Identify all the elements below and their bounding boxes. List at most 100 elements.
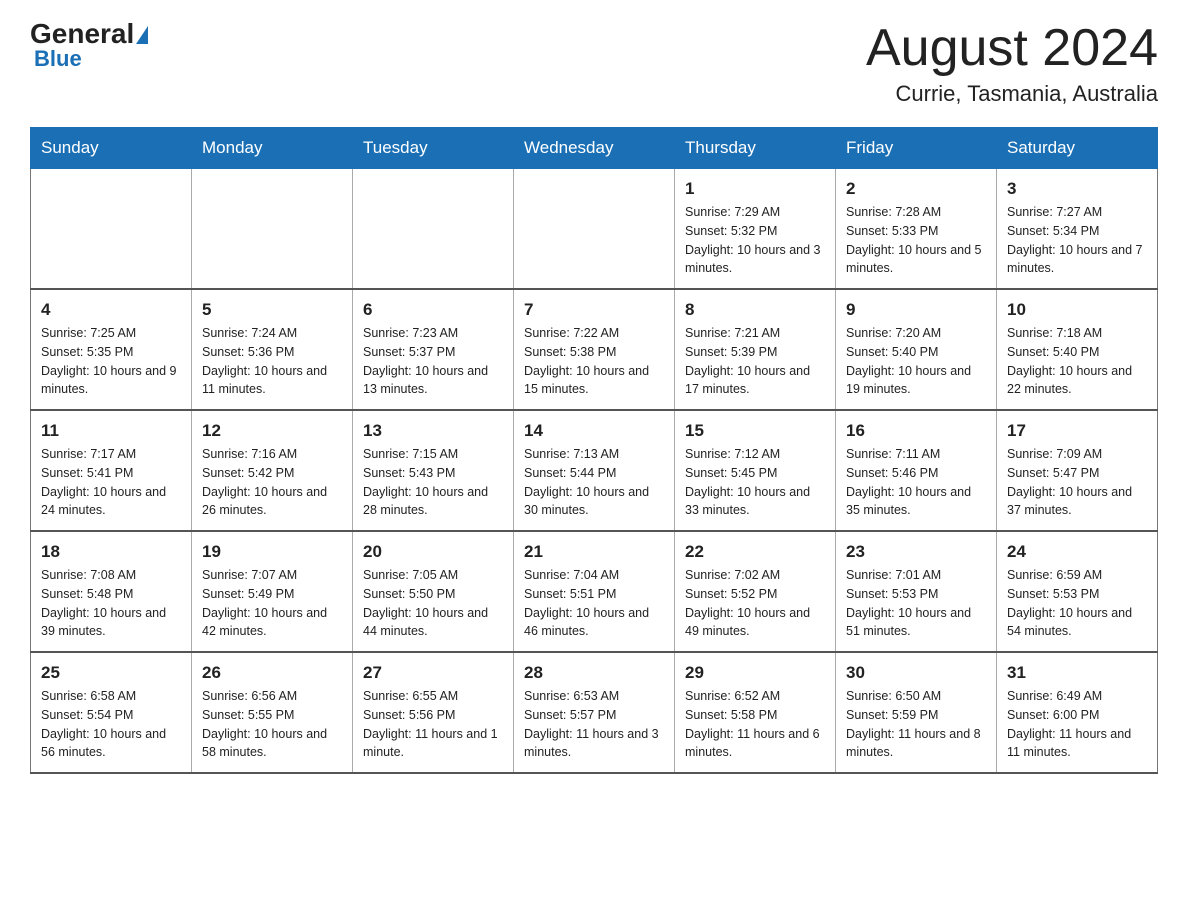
col-saturday: Saturday — [997, 128, 1158, 169]
table-row — [192, 169, 353, 290]
cell-info: Sunrise: 7:02 AMSunset: 5:52 PMDaylight:… — [685, 566, 825, 641]
cell-info: Sunrise: 7:18 AMSunset: 5:40 PMDaylight:… — [1007, 324, 1147, 399]
cell-info: Sunrise: 7:11 AMSunset: 5:46 PMDaylight:… — [846, 445, 986, 520]
calendar-header-row: Sunday Monday Tuesday Wednesday Thursday… — [31, 128, 1158, 169]
cell-info: Sunrise: 7:13 AMSunset: 5:44 PMDaylight:… — [524, 445, 664, 520]
table-row: 11 Sunrise: 7:17 AMSunset: 5:41 PMDayligh… — [31, 410, 192, 531]
logo-general-text: General — [30, 20, 134, 48]
cell-date: 21 — [524, 542, 664, 562]
cell-info: Sunrise: 7:22 AMSunset: 5:38 PMDaylight:… — [524, 324, 664, 399]
cell-date: 6 — [363, 300, 503, 320]
calendar-week-row: 1 Sunrise: 7:29 AMSunset: 5:32 PMDaylight… — [31, 169, 1158, 290]
table-row: 27Sunrise: 6:55 AMSunset: 5:56 PMDayligh… — [353, 652, 514, 773]
cell-info: Sunrise: 7:15 AMSunset: 5:43 PMDaylight:… — [363, 445, 503, 520]
table-row: 3 Sunrise: 7:27 AMSunset: 5:34 PMDaylight… — [997, 169, 1158, 290]
cell-info: Sunrise: 6:59 AMSunset: 5:53 PMDaylight:… — [1007, 566, 1147, 641]
calendar-week-row: 11 Sunrise: 7:17 AMSunset: 5:41 PMDayligh… — [31, 410, 1158, 531]
table-row: 30 Sunrise: 6:50 AMSunset: 5:59 PMDayligh… — [836, 652, 997, 773]
cell-info: Sunrise: 7:17 AMSunset: 5:41 PMDaylight:… — [41, 445, 181, 520]
table-row: 26Sunrise: 6:56 AMSunset: 5:55 PMDayligh… — [192, 652, 353, 773]
table-row: 29 Sunrise: 6:52 AMSunset: 5:58 PMDayligh… — [675, 652, 836, 773]
cell-date: 23 — [846, 542, 986, 562]
cell-date: 25 — [41, 663, 181, 683]
calendar-week-row: 18Sunrise: 7:08 AMSunset: 5:48 PMDayligh… — [31, 531, 1158, 652]
table-row: 2 Sunrise: 7:28 AMSunset: 5:33 PMDaylight… — [836, 169, 997, 290]
cell-info: Sunrise: 7:21 AMSunset: 5:39 PMDaylight:… — [685, 324, 825, 399]
cell-info: Sunrise: 7:09 AMSunset: 5:47 PMDaylight:… — [1007, 445, 1147, 520]
table-row: 22 Sunrise: 7:02 AMSunset: 5:52 PMDayligh… — [675, 531, 836, 652]
page-header: General Blue August 2024 Currie, Tasmani… — [30, 20, 1158, 107]
table-row: 10Sunrise: 7:18 AMSunset: 5:40 PMDayligh… — [997, 289, 1158, 410]
table-row: 13 Sunrise: 7:15 AMSunset: 5:43 PMDayligh… — [353, 410, 514, 531]
table-row: 4 Sunrise: 7:25 AMSunset: 5:35 PMDaylight… — [31, 289, 192, 410]
calendar-table: Sunday Monday Tuesday Wednesday Thursday… — [30, 127, 1158, 774]
table-row: 1 Sunrise: 7:29 AMSunset: 5:32 PMDaylight… — [675, 169, 836, 290]
table-row: 7 Sunrise: 7:22 AMSunset: 5:38 PMDaylight… — [514, 289, 675, 410]
table-row: 5 Sunrise: 7:24 AMSunset: 5:36 PMDaylight… — [192, 289, 353, 410]
cell-date: 14 — [524, 421, 664, 441]
cell-info: Sunrise: 7:28 AMSunset: 5:33 PMDaylight:… — [846, 203, 986, 278]
cell-date: 30 — [846, 663, 986, 683]
cell-date: 1 — [685, 179, 825, 199]
cell-info: Sunrise: 7:24 AMSunset: 5:36 PMDaylight:… — [202, 324, 342, 399]
cell-info: Sunrise: 7:16 AMSunset: 5:42 PMDaylight:… — [202, 445, 342, 520]
table-row — [353, 169, 514, 290]
calendar-week-row: 25Sunrise: 6:58 AMSunset: 5:54 PMDayligh… — [31, 652, 1158, 773]
cell-date: 3 — [1007, 179, 1147, 199]
col-wednesday: Wednesday — [514, 128, 675, 169]
table-row: 16 Sunrise: 7:11 AMSunset: 5:46 PMDayligh… — [836, 410, 997, 531]
cell-info: Sunrise: 6:53 AMSunset: 5:57 PMDaylight:… — [524, 687, 664, 762]
cell-date: 7 — [524, 300, 664, 320]
table-row: 24 Sunrise: 6:59 AMSunset: 5:53 PMDayligh… — [997, 531, 1158, 652]
table-row: 15 Sunrise: 7:12 AMSunset: 5:45 PMDayligh… — [675, 410, 836, 531]
cell-date: 31 — [1007, 663, 1147, 683]
cell-date: 15 — [685, 421, 825, 441]
table-row: 20 Sunrise: 7:05 AMSunset: 5:50 PMDayligh… — [353, 531, 514, 652]
cell-date: 22 — [685, 542, 825, 562]
cell-info: Sunrise: 7:04 AMSunset: 5:51 PMDaylight:… — [524, 566, 664, 641]
cell-info: Sunrise: 6:52 AMSunset: 5:58 PMDaylight:… — [685, 687, 825, 762]
table-row: 14 Sunrise: 7:13 AMSunset: 5:44 PMDayligh… — [514, 410, 675, 531]
cell-info: Sunrise: 7:27 AMSunset: 5:34 PMDaylight:… — [1007, 203, 1147, 278]
table-row — [514, 169, 675, 290]
table-row: 8Sunrise: 7:21 AMSunset: 5:39 PMDaylight… — [675, 289, 836, 410]
cell-info: Sunrise: 6:50 AMSunset: 5:59 PMDaylight:… — [846, 687, 986, 762]
page-title: August 2024 — [866, 20, 1158, 77]
cell-date: 29 — [685, 663, 825, 683]
cell-info: Sunrise: 7:01 AMSunset: 5:53 PMDaylight:… — [846, 566, 986, 641]
table-row: 23 Sunrise: 7:01 AMSunset: 5:53 PMDayligh… — [836, 531, 997, 652]
cell-date: 19 — [202, 542, 342, 562]
cell-info: Sunrise: 7:05 AMSunset: 5:50 PMDaylight:… — [363, 566, 503, 641]
cell-date: 24 — [1007, 542, 1147, 562]
cell-info: Sunrise: 7:29 AMSunset: 5:32 PMDaylight:… — [685, 203, 825, 278]
cell-info: Sunrise: 7:20 AMSunset: 5:40 PMDaylight:… — [846, 324, 986, 399]
table-row: 21 Sunrise: 7:04 AMSunset: 5:51 PMDayligh… — [514, 531, 675, 652]
logo: General Blue — [30, 20, 148, 72]
logo-triangle-icon — [136, 26, 148, 44]
col-thursday: Thursday — [675, 128, 836, 169]
cell-date: 20 — [363, 542, 503, 562]
logo-blue-text: Blue — [34, 46, 82, 72]
cell-info: Sunrise: 7:08 AMSunset: 5:48 PMDaylight:… — [41, 566, 181, 641]
table-row: 9Sunrise: 7:20 AMSunset: 5:40 PMDaylight… — [836, 289, 997, 410]
col-sunday: Sunday — [31, 128, 192, 169]
col-tuesday: Tuesday — [353, 128, 514, 169]
cell-date: 4 — [41, 300, 181, 320]
cell-date: 16 — [846, 421, 986, 441]
cell-date: 13 — [363, 421, 503, 441]
table-row: 17Sunrise: 7:09 AMSunset: 5:47 PMDayligh… — [997, 410, 1158, 531]
table-row: 25Sunrise: 6:58 AMSunset: 5:54 PMDayligh… — [31, 652, 192, 773]
cell-info: Sunrise: 7:23 AMSunset: 5:37 PMDaylight:… — [363, 324, 503, 399]
cell-date: 2 — [846, 179, 986, 199]
cell-info: Sunrise: 6:56 AMSunset: 5:55 PMDaylight:… — [202, 687, 342, 762]
col-monday: Monday — [192, 128, 353, 169]
cell-date: 11 — [41, 421, 181, 441]
table-row: 31Sunrise: 6:49 AMSunset: 6:00 PMDayligh… — [997, 652, 1158, 773]
col-friday: Friday — [836, 128, 997, 169]
page-subtitle: Currie, Tasmania, Australia — [866, 81, 1158, 107]
cell-info: Sunrise: 7:25 AMSunset: 5:35 PMDaylight:… — [41, 324, 181, 399]
cell-info: Sunrise: 6:55 AMSunset: 5:56 PMDaylight:… — [363, 687, 503, 762]
cell-info: Sunrise: 7:12 AMSunset: 5:45 PMDaylight:… — [685, 445, 825, 520]
table-row — [31, 169, 192, 290]
cell-date: 5 — [202, 300, 342, 320]
